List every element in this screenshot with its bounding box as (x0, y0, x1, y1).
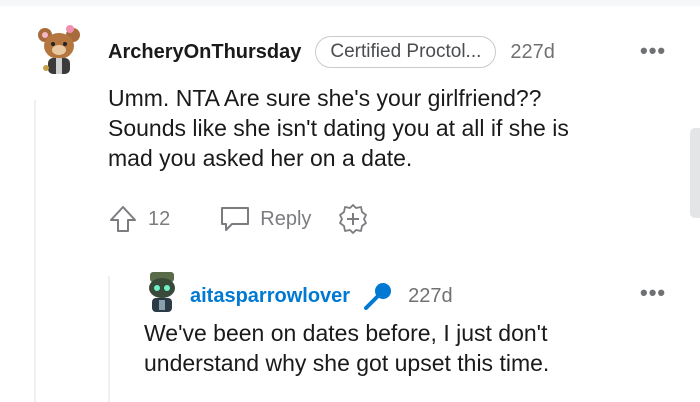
upvote-count: 12 (148, 207, 171, 230)
scrollbar[interactable] (690, 128, 700, 218)
microphone-icon (362, 280, 394, 312)
comment-line: understand why she got upset this time. (144, 350, 550, 376)
username[interactable]: aitasparrowlover (190, 285, 350, 308)
comment-line: Umm. NTA Are sure she's your girlfriend?… (108, 85, 542, 111)
robot-avatar-icon (149, 272, 175, 312)
more-options-icon[interactable]: ••• (640, 38, 666, 64)
comment-actions: 12 Reply (108, 203, 369, 235)
comment-line: mad you asked her on a date. (108, 145, 413, 171)
bear-avatar-icon (38, 25, 80, 74)
top-divider (0, 0, 700, 6)
comment-header: ArcheryOnThursday Certified Proctol... 2… (108, 36, 555, 68)
reply-label: Reply (260, 207, 312, 230)
timestamp: 227d (408, 284, 453, 307)
username[interactable]: ArcheryOnThursday (108, 41, 301, 64)
comment-line: Sounds like she isn't dating you at all … (108, 115, 569, 141)
timestamp: 227d (510, 40, 555, 63)
comment-body: We've been on dates before, I just don't… (144, 318, 684, 378)
award-button[interactable] (337, 203, 369, 235)
reply-thread-line[interactable] (108, 276, 110, 402)
upvote-arrow-icon (110, 206, 136, 232)
comment-body: Umm. NTA Are sure she's your girlfriend?… (108, 83, 678, 173)
award-plus-icon (339, 204, 368, 234)
comment-header: aitasparrowlover 227d (190, 280, 453, 312)
speech-bubble-icon (221, 207, 250, 231)
comment-line: We've been on dates before, I just don't (144, 320, 548, 346)
reply-button[interactable]: Reply (218, 204, 311, 234)
more-options-icon[interactable]: ••• (640, 280, 666, 306)
avatar[interactable] (144, 270, 180, 316)
avatar[interactable] (34, 24, 84, 80)
user-flair: Certified Proctol... (315, 36, 497, 68)
thread-line[interactable] (34, 100, 36, 402)
upvote-button[interactable] (108, 204, 138, 234)
